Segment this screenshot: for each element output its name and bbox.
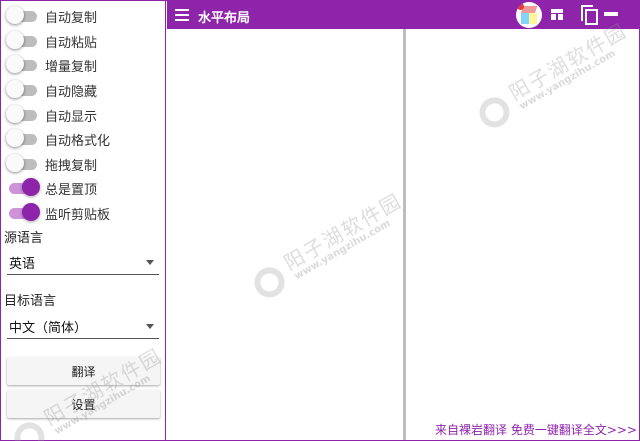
chevron-down-icon	[146, 260, 154, 265]
app-window: 自动复制 自动粘贴 增量复制 自动隐藏 自动显示 自动格式化 拖拽复制 总是置顶…	[0, 0, 640, 441]
target-text-pane[interactable]	[406, 29, 639, 440]
toggle-monitor-clipboard[interactable]: 监听剪贴板	[7, 202, 110, 224]
target-language-label: 目标语言	[4, 294, 57, 309]
layout-icon[interactable]	[551, 9, 563, 20]
switch-monitor-clipboard[interactable]	[7, 203, 40, 221]
app-logo-icon[interactable]	[516, 2, 542, 28]
toggle-drag-copy[interactable]: 拖拽复制	[6, 153, 98, 175]
promo-link[interactable]: 来自裸岩翻译 免费一键翻译全文>>>	[435, 421, 637, 438]
toggle-label: 增量复制	[45, 59, 98, 75]
switch-incremental-copy[interactable]	[6, 55, 37, 73]
translate-button[interactable]: 翻译	[7, 357, 160, 385]
switch-auto-copy[interactable]	[6, 6, 37, 24]
switch-always-on-top[interactable]	[7, 178, 40, 196]
toggle-auto-paste[interactable]: 自动粘贴	[6, 30, 98, 52]
switch-auto-paste[interactable]	[6, 31, 37, 49]
toggle-auto-copy[interactable]: 自动复制	[6, 5, 98, 27]
toggle-auto-hide[interactable]: 自动隐藏	[6, 79, 98, 101]
minimize-icon[interactable]	[604, 12, 618, 16]
switch-auto-hide[interactable]	[6, 80, 37, 98]
source-language-label: 源语言	[4, 231, 44, 246]
toggle-auto-show[interactable]: 自动显示	[6, 104, 98, 126]
settings-button[interactable]: 设置	[7, 390, 160, 418]
source-text-pane[interactable]	[167, 29, 403, 440]
page-title: 水平布局	[198, 11, 251, 26]
toggle-always-on-top[interactable]: 总是置顶	[7, 177, 97, 199]
switch-auto-format[interactable]	[6, 129, 37, 147]
toggle-incremental-copy[interactable]: 增量复制	[6, 54, 98, 76]
switch-drag-copy[interactable]	[6, 154, 37, 172]
notification-badge	[517, 3, 524, 10]
switch-auto-show[interactable]	[6, 105, 37, 123]
toggle-label: 自动粘贴	[45, 35, 98, 51]
toggle-label: 总是置顶	[45, 182, 98, 198]
sidebar: 自动复制 自动粘贴 增量复制 自动隐藏 自动显示 自动格式化 拖拽复制 总是置顶…	[1, 1, 166, 440]
toggle-label: 自动格式化	[45, 133, 111, 149]
chevron-down-icon	[146, 324, 154, 329]
target-language-select[interactable]: 中文（简体）	[7, 315, 159, 339]
toggle-label: 拖拽复制	[45, 158, 98, 174]
toggle-auto-format[interactable]: 自动格式化	[6, 128, 111, 150]
toggle-label: 自动隐藏	[45, 84, 98, 100]
copy-icon[interactable]	[581, 5, 599, 25]
toggle-label: 自动复制	[45, 10, 98, 26]
header-bar: 水平布局	[167, 1, 639, 29]
source-language-value: 英语	[9, 257, 36, 272]
source-language-select[interactable]: 英语	[7, 251, 159, 275]
toggle-label: 自动显示	[45, 109, 98, 125]
target-language-value: 中文（简体）	[9, 321, 88, 336]
hamburger-icon[interactable]	[175, 9, 189, 21]
toggle-label: 监听剪贴板	[45, 207, 111, 223]
